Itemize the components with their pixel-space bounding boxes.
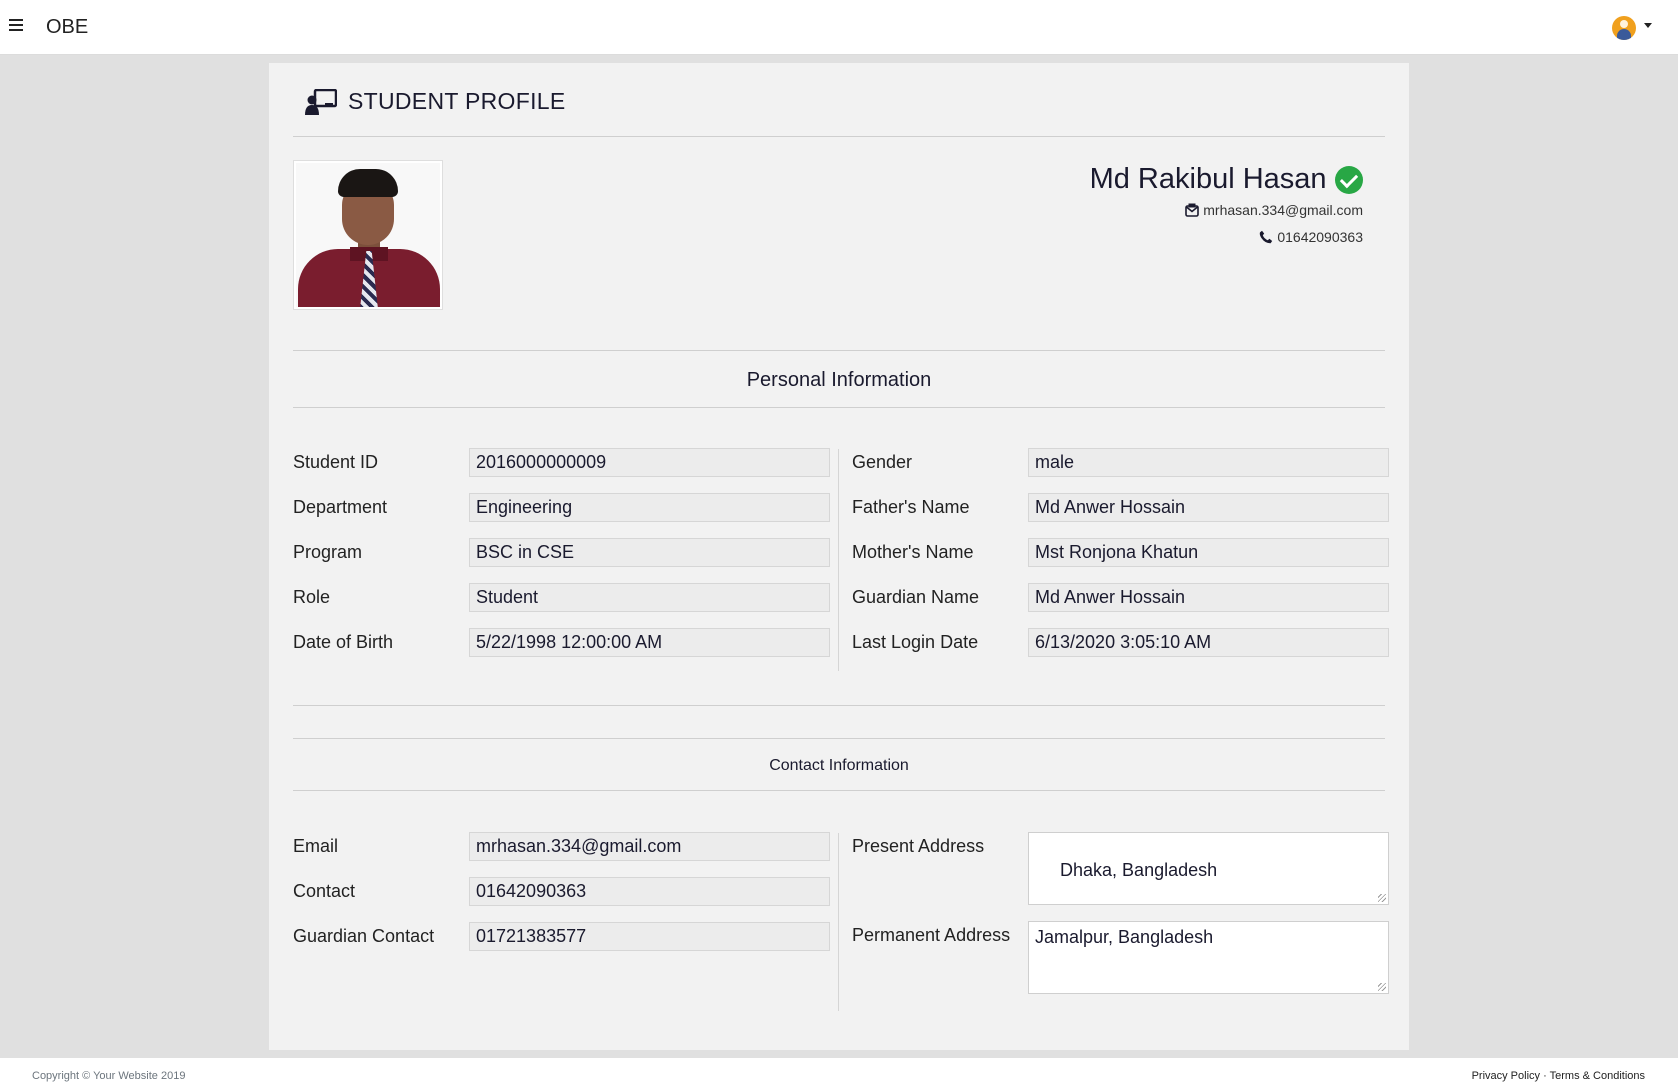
- personal-info-title: Personal Information: [746, 369, 932, 391]
- divider: [293, 705, 1385, 706]
- resize-grip-icon[interactable]: [1378, 983, 1386, 991]
- user-avatar-icon[interactable]: [1612, 16, 1636, 40]
- divider: [293, 350, 1385, 351]
- profile-name: Md Rakibul Hasan: [1089, 163, 1327, 195]
- label-program: Program: [293, 542, 363, 562]
- card-header: STUDENT PROFILE: [293, 63, 1385, 137]
- label-guardian-contact: Guardian Contact: [293, 926, 435, 946]
- mothers-name-field[interactable]: Mst Ronjona Khatun: [1028, 538, 1389, 567]
- brand-title[interactable]: OBE: [46, 16, 88, 39]
- label-student-id: Student ID: [293, 452, 379, 472]
- resize-grip-icon[interactable]: [1378, 894, 1386, 902]
- footer-links: Privacy Policy · Terms & Conditions: [1472, 1070, 1645, 1082]
- label-email: Email: [293, 836, 339, 856]
- label-role: Role: [293, 587, 331, 607]
- last-login-date-field[interactable]: 6/13/2020 3:05:10 AM: [1028, 628, 1389, 657]
- email-icon: [1185, 203, 1200, 217]
- department-field[interactable]: Engineering: [469, 493, 830, 522]
- footer-separator: ·: [1543, 1070, 1547, 1082]
- label-contact: Contact: [293, 881, 356, 901]
- contact-info-title: Contact Information: [769, 757, 909, 774]
- column-divider: [838, 833, 839, 1011]
- copyright-text: Copyright © Your Website 2019: [32, 1070, 186, 1082]
- label-mothers-name: Mother's Name: [852, 542, 974, 562]
- present-address-textarea[interactable]: Dhaka, Bangladesh: [1028, 832, 1389, 905]
- phone-icon: [1260, 230, 1273, 244]
- label-fathers-name: Father's Name: [852, 497, 970, 517]
- page-title: STUDENT PROFILE: [348, 88, 566, 114]
- divider: [293, 407, 1385, 408]
- guardian-name-field[interactable]: Md Anwer Hossain: [1028, 583, 1389, 612]
- label-last-login-date: Last Login Date: [852, 632, 979, 652]
- permanent-address-value: Jamalpur, Bangladesh: [1035, 927, 1214, 947]
- hamburger-menu-icon[interactable]: [9, 19, 23, 33]
- label-gender: Gender: [852, 452, 913, 472]
- permanent-address-textarea[interactable]: Jamalpur, Bangladesh: [1028, 921, 1389, 994]
- column-divider: [838, 449, 839, 671]
- verified-check-icon: [1335, 165, 1363, 194]
- program-field[interactable]: BSC in CSE: [469, 538, 830, 567]
- label-department: Department: [293, 497, 388, 517]
- gender-field[interactable]: male: [1028, 448, 1389, 477]
- divider: [293, 738, 1385, 739]
- user-chalkboard-icon: [305, 89, 337, 115]
- top-navbar: OBE: [0, 0, 1678, 55]
- profile-name-block: Md Rakibul Hasan mrhasan.334@gmail.com 0…: [1090, 163, 1363, 247]
- user-menu-caret-icon[interactable]: [1644, 23, 1652, 28]
- role-field[interactable]: Student: [469, 583, 830, 612]
- label-date-of-birth: Date of Birth: [293, 632, 394, 652]
- divider: [293, 790, 1385, 791]
- student-id-field[interactable]: 2016000000009: [469, 448, 830, 477]
- label-guardian-name: Guardian Name: [852, 587, 980, 607]
- footer: Copyright © Your Website 2019 Privacy Po…: [0, 1058, 1678, 1091]
- email-field[interactable]: mrhasan.334@gmail.com: [469, 832, 830, 861]
- fathers-name-field[interactable]: Md Anwer Hossain: [1028, 493, 1389, 522]
- privacy-policy-link[interactable]: Privacy Policy: [1472, 1070, 1540, 1082]
- label-permanent-address: Permanent Address: [852, 925, 1011, 945]
- guardian-contact-field[interactable]: 01721383577: [469, 922, 830, 951]
- label-present-address: Present Address: [852, 836, 985, 856]
- profile-photo: [293, 160, 443, 310]
- profile-card: STUDENT PROFILE Md Rakibul Hasan mrhasan…: [269, 63, 1409, 1050]
- date-of-birth-field[interactable]: 5/22/1998 12:00:00 AM: [469, 628, 830, 657]
- terms-conditions-link[interactable]: Terms & Conditions: [1550, 1070, 1645, 1082]
- profile-email: mrhasan.334@gmail.com: [1203, 202, 1363, 218]
- profile-phone: 01642090363: [1277, 229, 1363, 245]
- present-address-value: Dhaka, Bangladesh: [1055, 860, 1218, 880]
- contact-field[interactable]: 01642090363: [469, 877, 830, 906]
